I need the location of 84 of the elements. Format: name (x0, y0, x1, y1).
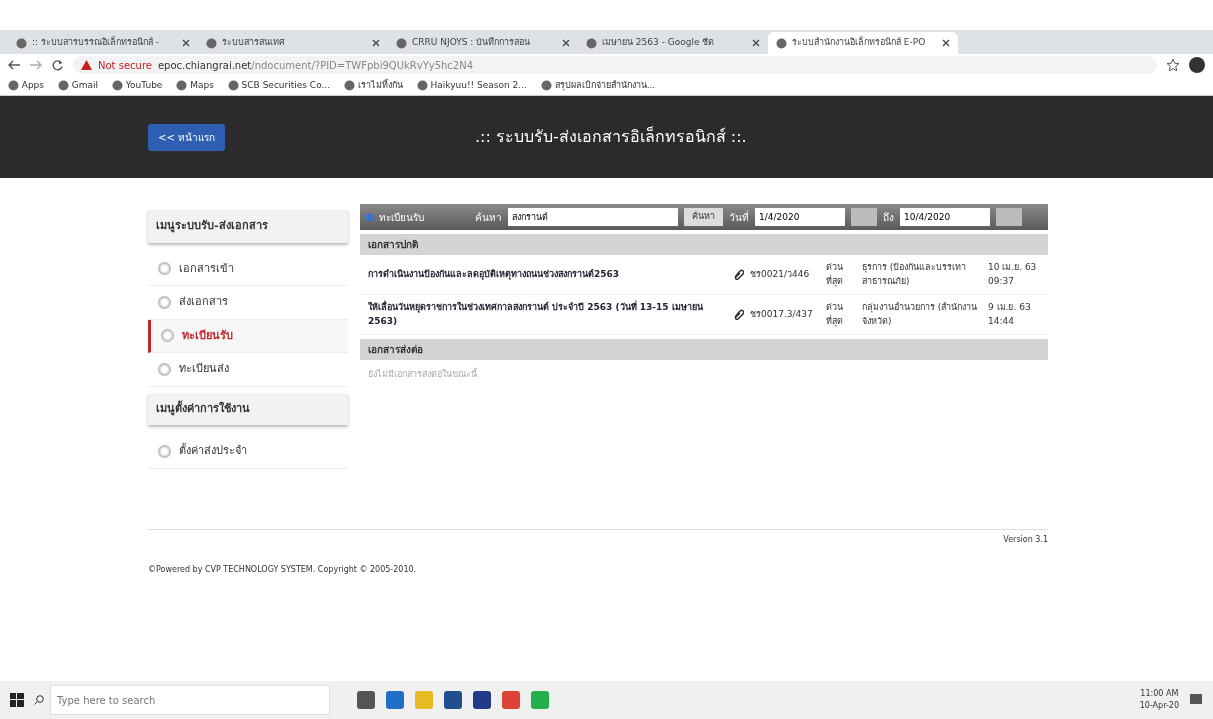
square-icon (366, 213, 373, 221)
bookmark[interactable]: SCB Securities Co... (227, 78, 331, 93)
close-icon[interactable] (182, 39, 190, 47)
date-from-field[interactable]: 1/4/2020 (755, 208, 845, 226)
bookmark[interactable]: Haikyuu!! Season 2... (416, 78, 527, 93)
bullet-icon (158, 262, 171, 276)
bookmark-icon (8, 80, 19, 91)
globe-icon (396, 37, 407, 49)
reload-icon[interactable] (52, 59, 63, 71)
bookmark-icon (416, 80, 428, 91)
footer-text: ©Powered by CVP TECHNOLOGY SYSTEM. Copyright © 2005-2010. (148, 563, 418, 576)
close-icon[interactable] (562, 39, 570, 47)
bookmark-icon (227, 80, 239, 91)
browser-tab[interactable]: ระบบสารสนเทศ (198, 32, 388, 54)
urgency-text: ด่วนที่สุด (826, 261, 844, 288)
close-icon[interactable] (942, 39, 950, 47)
search-button[interactable]: ค้นหา (684, 208, 723, 226)
bookmark-icon (58, 80, 70, 91)
globe-icon (776, 37, 787, 49)
attachment-icon[interactable] (733, 269, 744, 280)
clock-time[interactable]: 11:00 AM (1140, 688, 1179, 700)
browser-tab[interactable]: CRRU NJOYS : บันทึกการสอน (388, 32, 578, 54)
document-link[interactable]: การดำเนินงานป้องกันและลดอุบัติเหตุทางถนนช่วงสงกรานต์2563 (364, 267, 727, 282)
bookmark-icon (540, 80, 552, 91)
security-label: Not secure (98, 58, 152, 73)
site-title: .:: ระบบรับ-ส่งเอกสารอิเล็กทรอนิกส์ ::. (474, 125, 747, 148)
browser-tab[interactable]: เมษายน 2563 - Google ชีต (578, 32, 768, 54)
search-input[interactable]: สงกรานต์ (508, 208, 678, 226)
bookmark[interactable]: Apps (8, 78, 45, 93)
bullet-icon (158, 362, 171, 376)
bookmark-icon (176, 80, 188, 91)
section-heading: เอกสารปกติ (360, 234, 1048, 255)
menu-item[interactable]: ตั้งค่าส่งประจำ (148, 435, 348, 469)
document-link[interactable]: ให้เลื่อนวันหยุดราชการในช่วงเทศกาลสงกรานต์ ประจำปี 2563 (วันที่ 13-15 เมษายน 2563) (364, 301, 727, 328)
attachment-icon[interactable] (733, 309, 744, 320)
bookmark[interactable]: Maps (176, 78, 214, 93)
search-label: ค้นหา (475, 210, 502, 225)
bullet-icon (158, 295, 171, 309)
avatar-icon[interactable] (1189, 57, 1205, 73)
date-to-field[interactable]: 10/4/2020 (900, 208, 990, 226)
date-text: 9 เม.ย. 63 14:44 (988, 301, 1032, 328)
search-icon (34, 695, 44, 705)
menu-item[interactable]: เอกสารเข้า (148, 252, 348, 286)
windows-icon[interactable] (10, 693, 24, 707)
close-icon[interactable] (372, 39, 380, 47)
menu-heading: เมนูตั้งค่าการใช้งาน (148, 392, 348, 425)
globe-icon (16, 37, 27, 49)
bookmark[interactable]: Gmail (58, 78, 99, 93)
bookmark-icon (344, 80, 356, 91)
search-field[interactable]: Type here to search (50, 685, 330, 715)
bookmark[interactable]: YouTube (112, 78, 163, 93)
menu-heading: เมนูระบบรับ-ส่งเอกสาร (148, 210, 348, 243)
close-icon[interactable] (752, 39, 760, 47)
urgency-text: ด่วนที่สุด (826, 301, 844, 328)
to-label: ถึง (883, 210, 894, 225)
menu-item[interactable]: ทะเบียนรับ (148, 319, 348, 353)
menu-item[interactable]: ทะเบียนส่ง (148, 353, 348, 387)
empty-message: ยังไม่มีเอกสารส่งต่อในขณะนี้ (367, 367, 478, 381)
date-text: 10 เม.ย. 63 09:37 (988, 261, 1038, 288)
section-heading: เอกสารส่งต่อ (360, 339, 1048, 360)
bookmark-icon (112, 80, 124, 91)
star-icon[interactable] (1167, 59, 1179, 71)
document-number: ชร0021/ว446 (750, 267, 811, 281)
sender-text: กลุ่มงานอำนวยการ (สำนักงานจังหวัด) (862, 301, 979, 328)
address-bar[interactable]: Not secure epoc.chiangrai.net/ndocument/?PID=TWFpbi9QUkRvYy5hc2N4 (73, 56, 1157, 74)
back-icon[interactable] (8, 60, 20, 70)
globe-icon (586, 37, 597, 49)
toolbar-title: ทะเบียนรับ (379, 210, 425, 225)
bullet-icon (161, 329, 174, 343)
warning-icon (81, 60, 92, 70)
clock-date[interactable]: 10-Apr-20 (1139, 700, 1179, 712)
bookmark[interactable]: เราไม่ทิ้งกัน (344, 78, 403, 93)
globe-icon (206, 37, 217, 49)
url-text: epoc.chiangrai.net/ndocument/?PID=TWFpbi9QUkRvYy5hc2N4 (157, 58, 474, 73)
bullet-icon (158, 444, 171, 458)
date-label: วันที่ (729, 209, 749, 225)
menu-item[interactable]: ส่งเอกสาร (148, 286, 348, 320)
bookmark[interactable]: สรุปผลเบิกจ่ายสำนักงาน... (540, 78, 656, 93)
browser-tab[interactable]: :: ระบบสารบรรณอิเล็กทรอนิกส์ - (8, 32, 198, 54)
version-label: Version 3.1 (1003, 533, 1048, 546)
sender-text: ธุรการ (ป้องกันและบรรเทาสาธารณภัย) (862, 261, 968, 288)
document-number: ชร0017.3/437 (750, 307, 814, 321)
browser-tab[interactable]: ระบบสำนักงานอิเล็กทรอนิกส์ E-PO (768, 32, 958, 54)
home-button[interactable]: << หน้าแรก (148, 123, 225, 151)
